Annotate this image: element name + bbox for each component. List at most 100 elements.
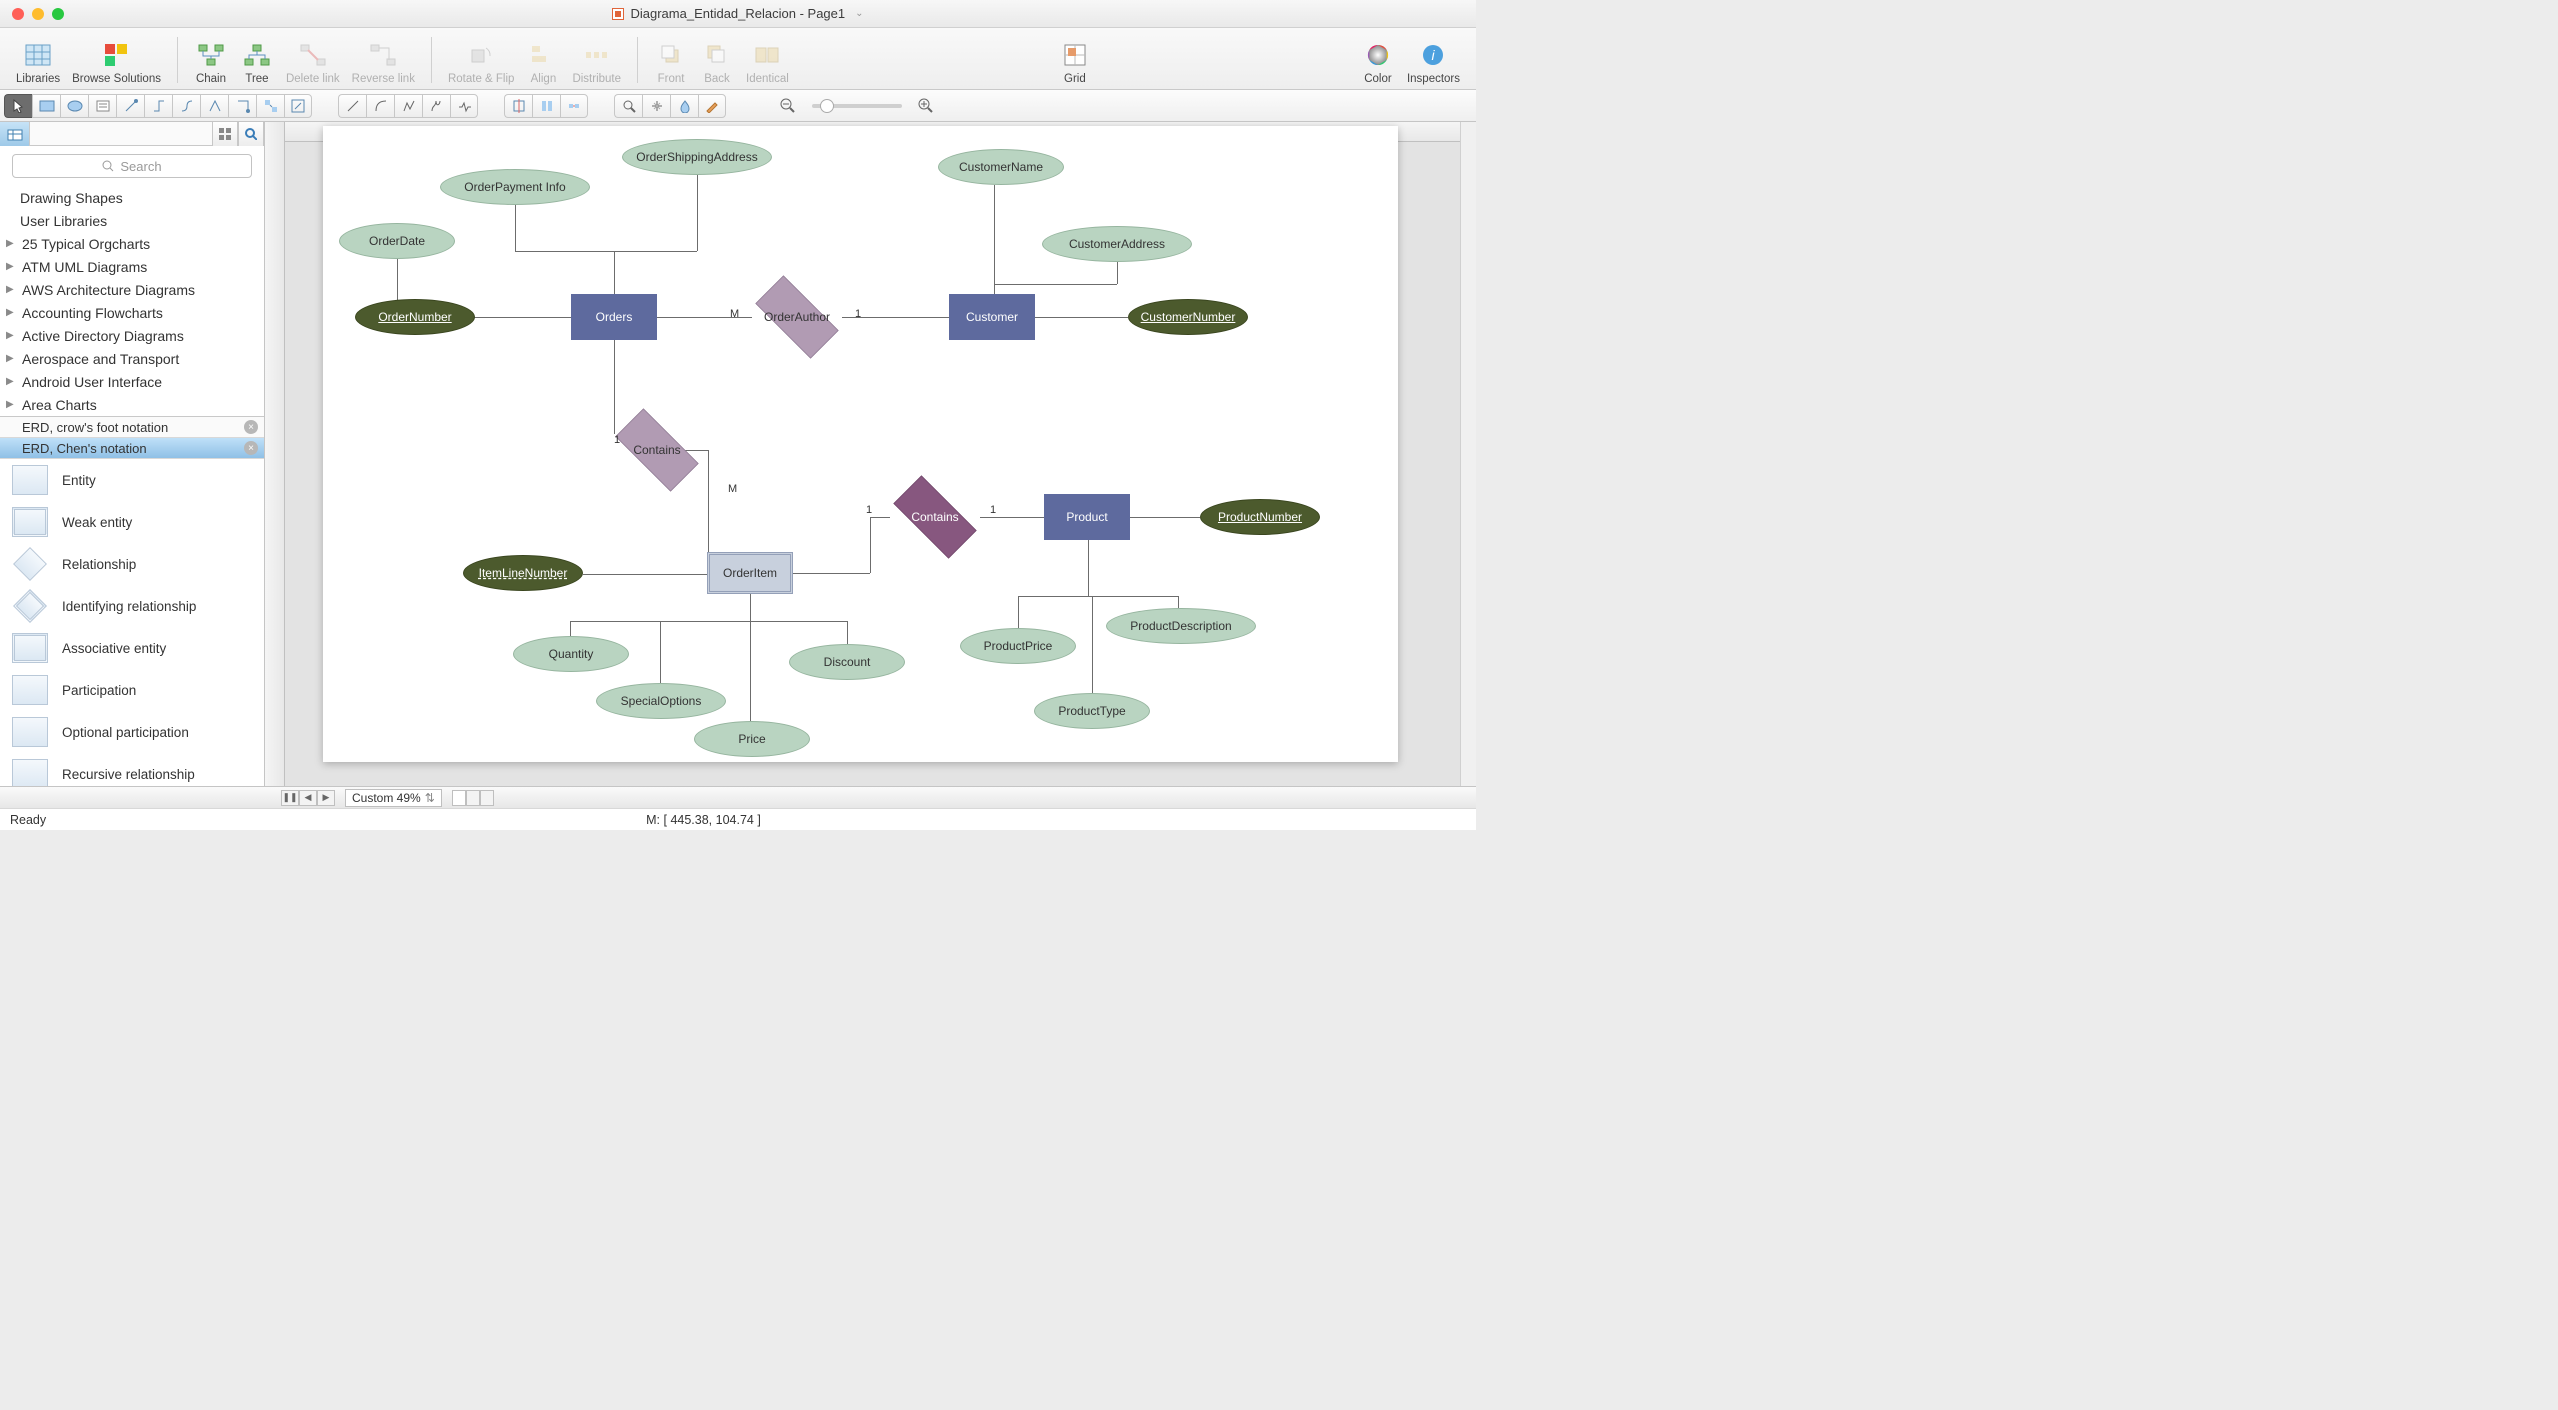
color-button[interactable]: Color <box>1355 41 1401 87</box>
snap-tool-3[interactable] <box>560 94 588 118</box>
er-shape[interactable]: OrderShippingAddress <box>622 139 772 175</box>
grid-button[interactable]: Grid <box>1052 41 1098 87</box>
stencil-item[interactable]: Recursive relationship <box>0 753 264 786</box>
er-line <box>614 340 615 434</box>
search-icon <box>102 160 114 172</box>
connector-tool-6[interactable] <box>256 94 284 118</box>
stencil-tab[interactable]: ERD, Chen's notation× <box>0 438 264 459</box>
chain-button[interactable]: Chain <box>188 41 234 87</box>
close-icon[interactable]: × <box>244 441 258 455</box>
line-tool-5[interactable] <box>450 94 478 118</box>
ruler-vertical <box>265 122 285 786</box>
er-shape[interactable]: Customer <box>949 294 1035 340</box>
text-tool[interactable] <box>88 94 116 118</box>
sidebar-tab-shapes[interactable] <box>0 122 30 146</box>
library-item[interactable]: Drawing Shapes <box>0 186 264 209</box>
line-tool-2[interactable] <box>366 94 394 118</box>
er-shape[interactable]: SpecialOptions <box>596 683 726 719</box>
er-line <box>870 517 871 573</box>
connector-tool-5[interactable] <box>228 94 256 118</box>
pause-icon[interactable]: ❚❚ <box>281 790 299 806</box>
library-item[interactable]: ▶Area Charts <box>0 393 264 416</box>
library-item[interactable]: ▶Accounting Flowcharts <box>0 301 264 324</box>
drop-tool[interactable] <box>670 94 698 118</box>
er-shape[interactable]: ItemLineNumber <box>463 555 583 591</box>
er-shape[interactable]: Orders <box>571 294 657 340</box>
er-shape[interactable]: OrderDate <box>339 223 455 259</box>
library-item[interactable]: ▶AWS Architecture Diagrams <box>0 278 264 301</box>
chain-icon <box>197 41 225 69</box>
er-shape[interactable]: ProductType <box>1034 693 1150 729</box>
connector-tool-3[interactable] <box>172 94 200 118</box>
er-shape[interactable]: OrderPayment Info <box>440 169 590 205</box>
connector-tool-7[interactable] <box>284 94 312 118</box>
page-tab-3[interactable] <box>480 790 494 806</box>
page[interactable]: Orders Customer Product OrderItem OrderAutho… <box>323 126 1398 762</box>
er-shape[interactable]: Product <box>1044 494 1130 540</box>
libraries-button[interactable]: Libraries <box>10 41 66 87</box>
sidebar-search-icon[interactable] <box>238 122 264 146</box>
connector-tool-1[interactable] <box>116 94 144 118</box>
zoom-tool[interactable] <box>614 94 642 118</box>
stencil-tab[interactable]: ERD, crow's foot notation× <box>0 417 264 438</box>
zoom-dropdown[interactable]: Custom 49%⇅ <box>345 789 442 807</box>
library-item[interactable]: ▶Active Directory Diagrams <box>0 324 264 347</box>
tree-button[interactable]: Tree <box>234 41 280 87</box>
stencil-item[interactable]: Associative entity <box>0 627 264 669</box>
library-item[interactable]: ▶Aerospace and Transport <box>0 347 264 370</box>
rectangle-tool[interactable] <box>32 94 60 118</box>
pointer-tool[interactable] <box>4 94 32 118</box>
title-dropdown-icon[interactable]: ⌄ <box>855 8 863 19</box>
er-shape[interactable]: Quantity <box>513 636 629 672</box>
sidebar-grid-view-icon[interactable] <box>212 122 238 146</box>
next-page-icon[interactable]: ▶ <box>317 790 335 806</box>
search-input[interactable]: Search <box>12 154 252 178</box>
line-tool-4[interactable] <box>422 94 450 118</box>
er-shape[interactable]: ProductNumber <box>1200 499 1320 535</box>
library-item[interactable]: ▶Android User Interface <box>0 370 264 393</box>
library-item[interactable]: User Libraries <box>0 209 264 232</box>
er-shape[interactable]: CustomerName <box>938 149 1064 185</box>
browse-solutions-button[interactable]: Browse Solutions <box>66 41 167 87</box>
connector-tool-2[interactable] <box>144 94 172 118</box>
er-shape[interactable]: Price <box>694 721 810 757</box>
zoom-slider[interactable] <box>812 104 902 108</box>
pan-tool[interactable] <box>642 94 670 118</box>
page-tab-2[interactable] <box>466 790 480 806</box>
stencil-item[interactable]: Entity <box>0 459 264 501</box>
er-shape[interactable]: ProductPrice <box>960 628 1076 664</box>
snap-tool-2[interactable] <box>532 94 560 118</box>
cardinality-label: 1 <box>990 504 996 516</box>
canvas[interactable]: Orders Customer Product OrderItem OrderAutho… <box>285 122 1460 786</box>
close-icon[interactable]: × <box>244 420 258 434</box>
stencil-item[interactable]: Optional participation <box>0 711 264 753</box>
prev-page-icon[interactable]: ◀ <box>299 790 317 806</box>
connector-tool-4[interactable] <box>200 94 228 118</box>
stencil-item[interactable]: Identifying relationship <box>0 585 264 627</box>
er-shape[interactable]: OrderItem <box>707 552 793 594</box>
library-item[interactable]: ▶25 Typical Orgcharts <box>0 232 264 255</box>
er-shape[interactable]: Contains <box>880 489 990 545</box>
zoom-in-button[interactable] <box>912 94 940 118</box>
line-tool-1[interactable] <box>338 94 366 118</box>
stencil-item[interactable]: Weak entity <box>0 501 264 543</box>
er-line <box>1018 596 1088 597</box>
stencil-item[interactable]: Relationship <box>0 543 264 585</box>
library-item[interactable]: ▶ATM UML Diagrams <box>0 255 264 278</box>
er-shape[interactable]: OrderAuthor <box>742 289 852 345</box>
line-tool-3[interactable] <box>394 94 422 118</box>
er-shape[interactable]: CustomerNumber <box>1128 299 1248 335</box>
ellipse-tool[interactable] <box>60 94 88 118</box>
er-shape[interactable]: OrderNumber <box>355 299 475 335</box>
er-shape[interactable]: CustomerAddress <box>1042 226 1192 262</box>
er-shape[interactable]: Contains <box>602 422 712 478</box>
inspectors-button[interactable]: i Inspectors <box>1401 41 1466 87</box>
page-tab-1[interactable] <box>452 790 466 806</box>
scrollbar-vertical[interactable] <box>1460 122 1476 786</box>
pen-tool[interactable] <box>698 94 726 118</box>
snap-tool-1[interactable] <box>504 94 532 118</box>
er-shape[interactable]: ProductDescription <box>1106 608 1256 644</box>
stencil-item[interactable]: Participation <box>0 669 264 711</box>
zoom-out-button[interactable] <box>774 94 802 118</box>
er-shape[interactable]: Discount <box>789 644 905 680</box>
